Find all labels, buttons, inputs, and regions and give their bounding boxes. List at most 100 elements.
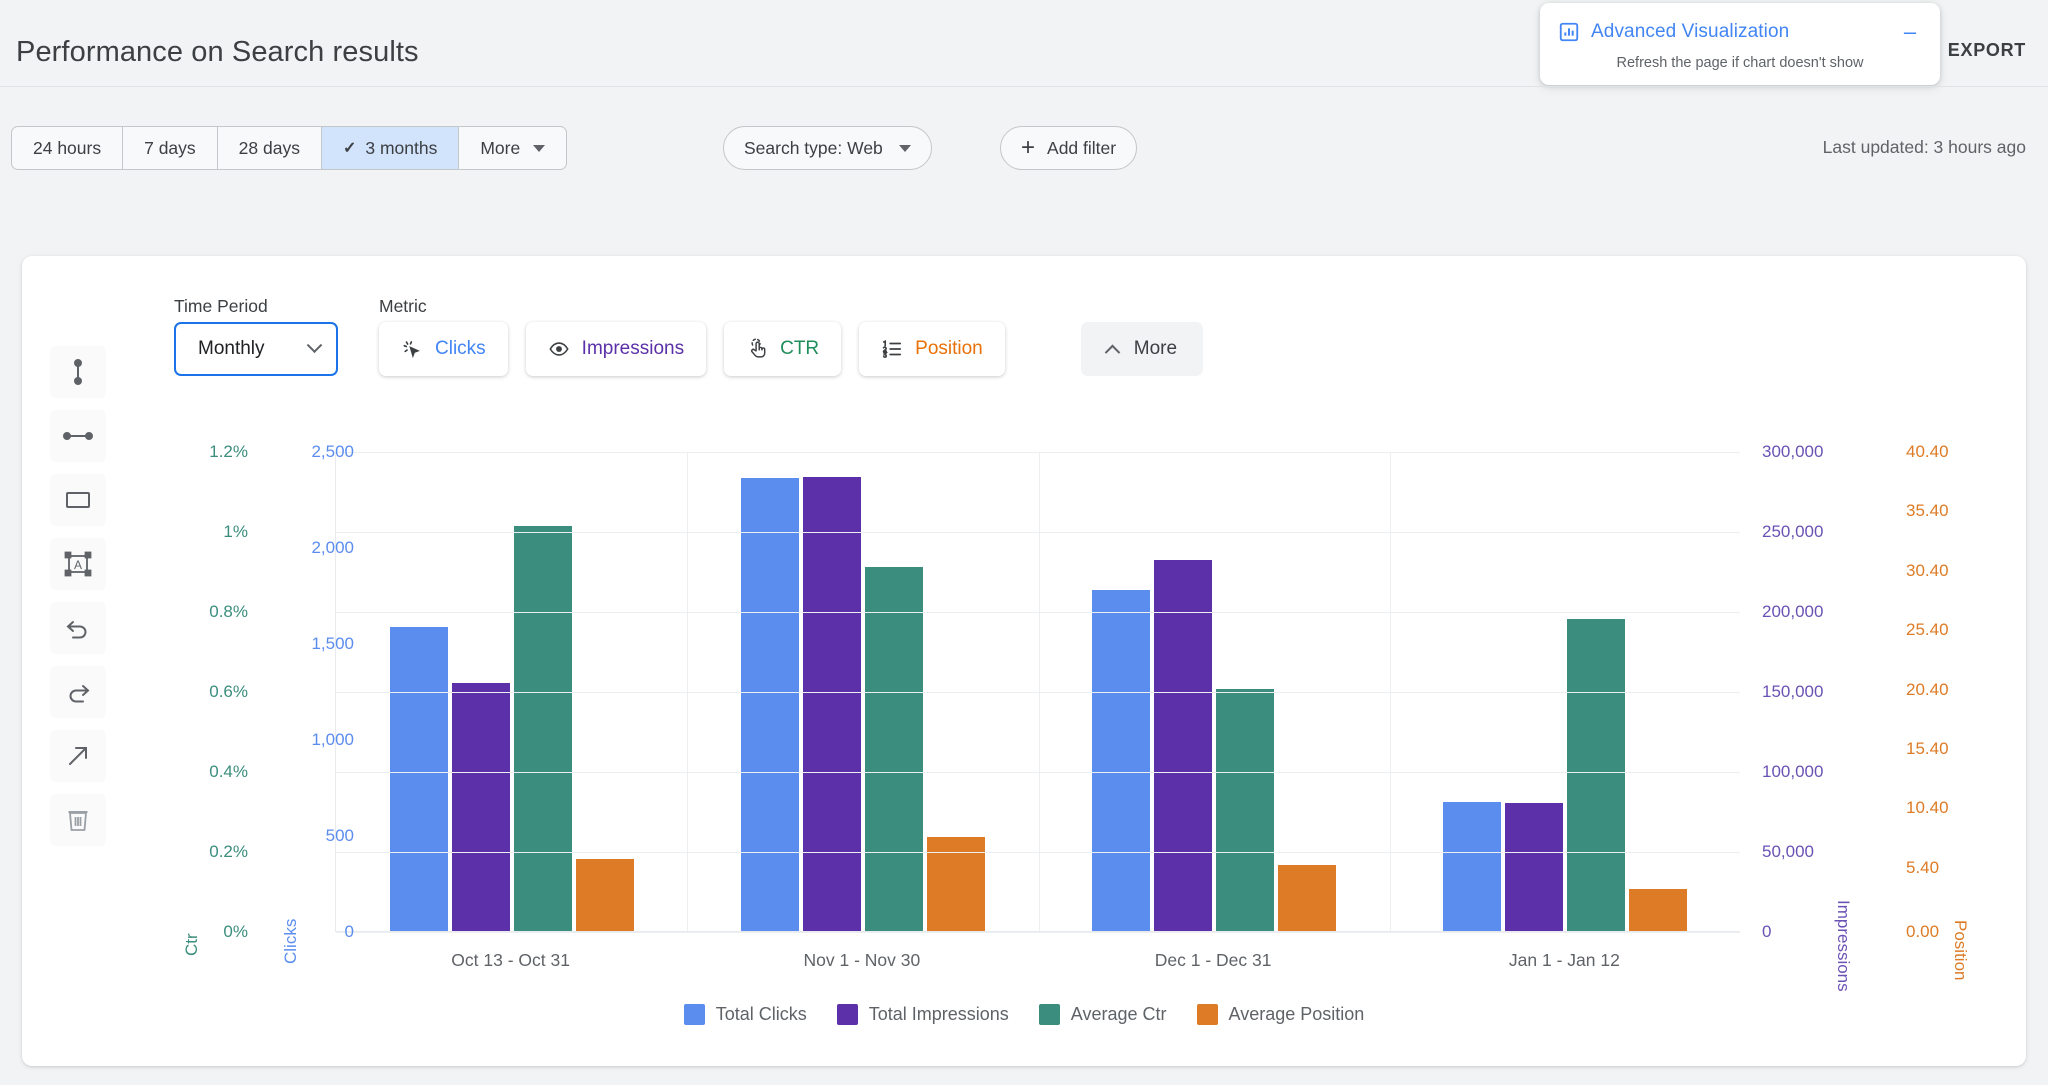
bar-group [1389, 452, 1740, 931]
advanced-visualization-card: Advanced Visualization – Refresh the pag… [1540, 3, 1940, 85]
time-period-select[interactable]: Monthly [174, 322, 338, 376]
axis-title-impressions: Impressions [1834, 900, 1853, 992]
axis-tick-clicks: 2,500 [311, 442, 354, 461]
bar-total-clicks[interactable] [740, 478, 799, 931]
gridline-horizontal [336, 932, 1740, 933]
gridline-vertical [687, 452, 689, 931]
category-label: Nov 1 - Nov 30 [803, 950, 921, 970]
range-more-label: More [480, 137, 521, 158]
axis-tick-ctr: 1% [223, 522, 248, 541]
axis-tick-ctr: 0.4% [209, 762, 248, 781]
legend-item[interactable]: Average Position [1196, 1004, 1364, 1025]
bar-average-ctr[interactable] [864, 567, 923, 931]
axis-title-position: Position [1951, 920, 1970, 981]
legend-swatch [1038, 1004, 1060, 1025]
chevron-down-icon [898, 144, 911, 152]
range-28-days[interactable]: 28 days [218, 127, 322, 169]
metric-more-label: More [1133, 338, 1178, 359]
legend-item[interactable]: Total Clicks [683, 1004, 807, 1025]
bar-average-ctr[interactable] [1566, 619, 1625, 931]
last-updated-text: Last updated: 3 hours ago [1822, 137, 2026, 157]
page-title: Performance on Search results [16, 36, 419, 68]
bar-total-impressions[interactable] [1153, 559, 1212, 931]
arrow-tool[interactable] [50, 730, 106, 782]
export-button[interactable]: EXPORT [1948, 40, 2026, 61]
bar-average-position[interactable] [1628, 888, 1687, 931]
category-label: Jan 1 - Jan 12 [1508, 950, 1620, 970]
range-more[interactable]: More [459, 127, 566, 169]
range-24-hours[interactable]: 24 hours [12, 127, 124, 169]
bar-total-clicks[interactable] [1091, 590, 1150, 931]
gridline-horizontal [336, 532, 1740, 533]
chevron-up-icon [1104, 344, 1121, 360]
metric-impressions-button[interactable]: Impressions [525, 322, 707, 376]
range-3-months[interactable]: ✓ 3 months [321, 127, 460, 169]
metric-clicks-label: Clicks [435, 338, 486, 359]
axis-tick-ctr: 1.2% [209, 442, 248, 461]
metric-impressions-label: Impressions [581, 338, 685, 359]
range-28-days-label: 28 days [238, 137, 300, 158]
annotation-tool-rail: A [50, 346, 106, 846]
horizontal-line-tool[interactable] [50, 410, 106, 462]
axis-tick-impressions: 200,000 [1762, 602, 1824, 621]
gridline-horizontal [336, 452, 1740, 453]
cursor-click-icon [401, 338, 423, 360]
axis-title-ctr: Ctr [182, 933, 201, 956]
axis-tick-clicks: 1,500 [311, 634, 354, 653]
bar-total-impressions[interactable] [802, 476, 861, 931]
delete-tool[interactable] [50, 794, 106, 846]
metric-ctr-button[interactable]: CTR [724, 322, 842, 376]
bar-average-position[interactable] [926, 837, 985, 931]
header-divider [0, 86, 2048, 87]
bar-average-position[interactable] [1277, 864, 1336, 931]
minimize-icon[interactable]: – [1898, 21, 1922, 43]
legend-item[interactable]: Average Ctr [1038, 1004, 1167, 1025]
axis-tick-position: 15.40 [1906, 739, 1949, 759]
axis-tick-clicks: 2,000 [311, 538, 354, 557]
bar-average-ctr[interactable] [1215, 689, 1274, 931]
range-3-months-label: 3 months [365, 137, 438, 158]
vertical-line-tool[interactable] [50, 346, 106, 398]
bar-average-position[interactable] [575, 859, 634, 931]
bar-average-ctr[interactable] [513, 525, 572, 931]
axis-tick-position: 10.40 [1906, 798, 1949, 818]
bar-total-clicks[interactable] [389, 627, 448, 931]
search-type-filter[interactable]: Search type: Web [723, 126, 932, 170]
add-filter-button[interactable]: + Add filter [1000, 126, 1138, 170]
advanced-visualization-title[interactable]: Advanced Visualization [1591, 21, 1887, 43]
gridline-horizontal [336, 852, 1740, 853]
advanced-visualization-subtitle: Refresh the page if chart doesn't show [1616, 55, 1864, 71]
axis-tick-clicks: 500 [325, 826, 354, 845]
metric-position-label: Position [915, 338, 983, 359]
performance-chart-card: A Time Period Monthly Metric Clicks Impr… [22, 256, 2026, 1066]
tap-icon [746, 338, 768, 360]
bar-group [687, 452, 1038, 931]
redo-tool[interactable] [50, 666, 106, 718]
range-7-days[interactable]: 7 days [123, 127, 218, 169]
bar-total-clicks[interactable] [1442, 801, 1501, 931]
bar-chart-icon [1558, 21, 1580, 43]
metric-position-button[interactable]: Position [859, 322, 1005, 376]
chart-legend: Total Clicks Total Impressions Average Ctr… [22, 1004, 2026, 1025]
legend-swatch [836, 1004, 858, 1025]
axis-tick-clicks: 1,000 [311, 730, 354, 749]
filter-bar: 24 hours 7 days 28 days ✓ 3 months More … [0, 126, 2048, 188]
metric-clicks-button[interactable]: Clicks [379, 322, 508, 376]
axis-tick-impressions: 250,000 [1762, 522, 1824, 541]
undo-tool[interactable] [50, 602, 106, 654]
plus-icon: + [1021, 134, 1036, 161]
range-7-days-label: 7 days [144, 137, 196, 158]
axis-tick-position: 35.40 [1906, 501, 1949, 521]
rectangle-tool[interactable] [50, 474, 106, 526]
legend-swatch [683, 1004, 705, 1025]
legend-item[interactable]: Total Impressions [836, 1004, 1009, 1025]
ordered-list-icon [881, 338, 903, 360]
axis-tick-ctr: 0% [223, 922, 248, 941]
performance-chart: 0% 0.2% 0.4% 0.6% 0.8% 1% 1.2% 0 500 1,000 1,500 2,… [22, 256, 2026, 1066]
bar-total-impressions[interactable] [1504, 803, 1563, 931]
gridline-horizontal [336, 772, 1740, 773]
text-box-tool[interactable]: A [50, 538, 106, 590]
bar-group [1038, 452, 1389, 931]
metric-more-button[interactable]: More [1080, 322, 1204, 376]
bar-total-impressions[interactable] [451, 683, 510, 931]
